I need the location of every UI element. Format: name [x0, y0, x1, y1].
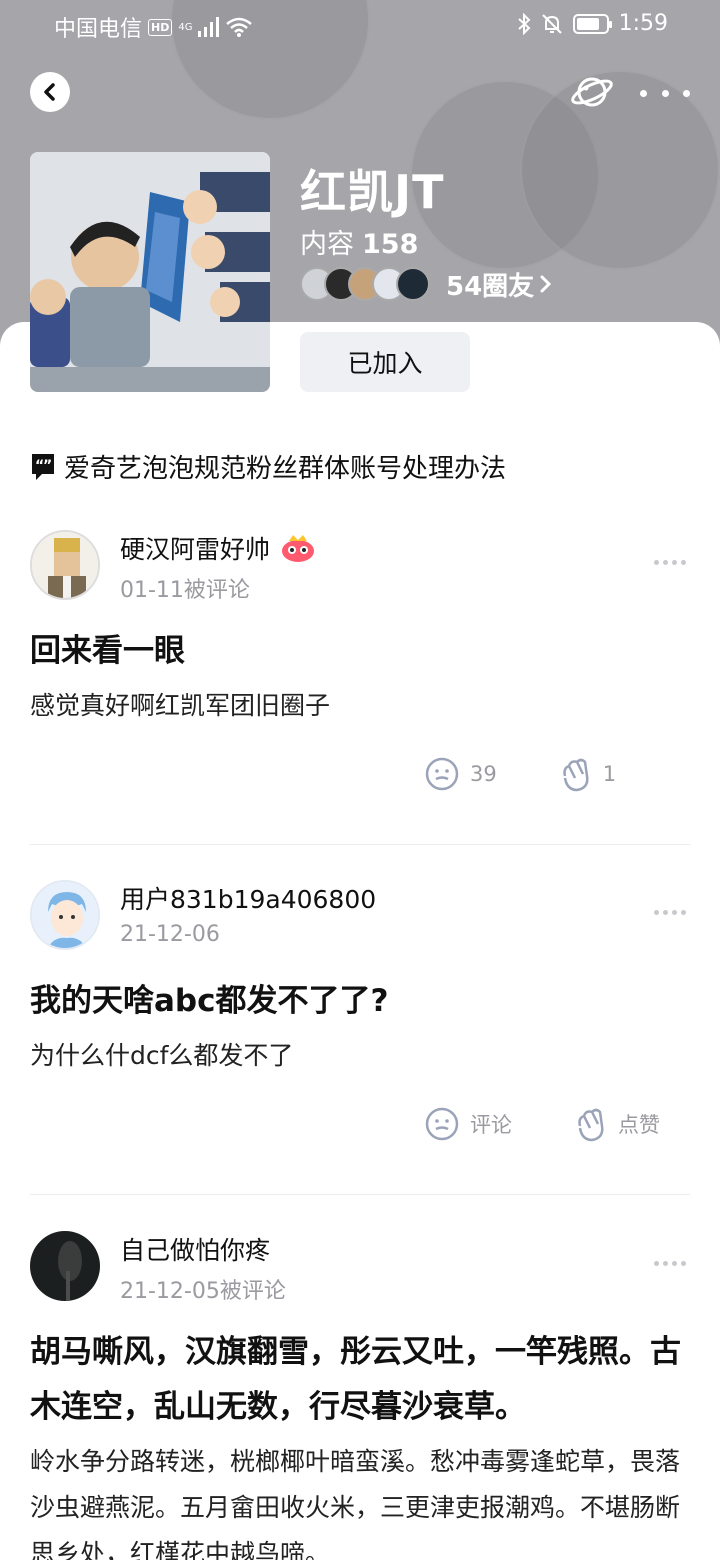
signal-icon [198, 17, 220, 37]
hd-badge: HD [148, 18, 173, 36]
status-bar: 中国电信 HD 4G 1:59 [0, 0, 720, 50]
post-meta: 21-12-05被评论 [120, 1279, 286, 1304]
post-title: 回来看一眼 [30, 633, 185, 669]
post-body: 岭水争分路转迷，桄榔椰叶暗蛮溪。愁冲毒雾逢蛇草，畏落沙虫避燕泥。五月畲田收火米，… [30, 1447, 681, 1560]
svg-text:”: ” [43, 458, 52, 474]
post-body: 感觉真好啊红凯军团旧圈子 [30, 691, 331, 720]
group-cover-image [30, 152, 270, 392]
post-divider [30, 1194, 690, 1195]
content-count-row: 内容 158 [300, 222, 418, 261]
back-button[interactable] [30, 72, 70, 112]
quote-bubble-icon: “ ” [32, 453, 54, 480]
post-title: 我的天啥abc都发不了了? [30, 983, 389, 1019]
mute-bell-icon [541, 13, 562, 34]
post-card[interactable]: 用户831b19a406800 21-12-06 我的天啥abc都发不了了? 为… [30, 880, 690, 1170]
avatar[interactable] [30, 880, 100, 950]
comment-label: 评论 [470, 1113, 512, 1137]
avatar[interactable] [30, 530, 100, 600]
more-options-button[interactable] [640, 78, 690, 108]
like-button[interactable]: 1 [559, 756, 616, 792]
post-title: 胡马嘶风，汉旗翻雪，彤云又吐，一竿残照。古木连空，乱山无数，行尽暮沙衰草。 [30, 1334, 681, 1425]
chevron-left-icon [44, 83, 55, 101]
content-label: 内容 [300, 229, 354, 260]
post-divider [30, 844, 690, 845]
joined-button[interactable]: 已加入 [300, 332, 470, 392]
finger-heart-icon [578, 1108, 604, 1142]
post-body: 为什么什dcf么都发不了 [30, 1041, 294, 1070]
dot [683, 89, 690, 97]
member-count-label: 54圈友 [446, 271, 535, 302]
member-avatars [300, 267, 430, 301]
comment-icon [425, 757, 459, 791]
planet-icon [571, 77, 613, 107]
comment-button[interactable]: 39 [424, 756, 497, 792]
post-card[interactable]: 自己做怕你疼 21-12-05被评论 胡马嘶风，汉旗翻雪，彤云又吐，一竿残照。古… [30, 1231, 690, 1560]
avatar [396, 267, 430, 301]
post-more-button[interactable] [654, 560, 686, 565]
wifi-icon [226, 17, 253, 37]
post-meta: 21-12-06 [120, 922, 220, 947]
group-members-link[interactable]: 54圈友 [300, 266, 552, 302]
comment-button[interactable]: 评论 [424, 1106, 512, 1142]
dot [640, 89, 647, 97]
like-label: 点赞 [618, 1113, 660, 1137]
post-more-button[interactable] [654, 1261, 686, 1266]
content-count: 158 [362, 229, 419, 260]
comment-icon [425, 1107, 459, 1141]
avatar[interactable] [30, 1231, 100, 1301]
post-more-button[interactable] [654, 910, 686, 915]
bluetooth-icon [517, 12, 531, 35]
network-type: 4G [178, 21, 193, 33]
finger-heart-icon [562, 758, 589, 792]
author-name[interactable]: 自己做怕你疼 [120, 1231, 270, 1267]
like-count: 1 [602, 762, 617, 786]
group-title: 红凯JT [300, 165, 445, 219]
planet-button[interactable] [570, 72, 614, 112]
like-button[interactable]: 点赞 [574, 1106, 660, 1142]
clock-time: 1:59 [618, 11, 668, 36]
comment-count: 39 [470, 762, 497, 786]
carrier-name: 中国电信 [54, 17, 143, 42]
announcement-text: 爱奇艺泡泡规范粉丝群体账号处理办法 [64, 454, 507, 484]
post-card[interactable]: 硬汉阿雷好帅 01-11被评论 回来看一眼 感觉真好啊红凯军团旧圈子 39 1 [30, 530, 690, 820]
decor-circle [520, 70, 720, 270]
author-name[interactable]: 用户831b19a406800 [120, 880, 376, 916]
post-meta: 01-11被评论 [120, 578, 250, 603]
announcement-link[interactable]: “ ” 爱奇艺泡泡规范粉丝群体账号处理办法 [30, 448, 506, 485]
chevron-right-icon [540, 275, 552, 293]
battery-icon [572, 13, 612, 34]
crown-badge-icon [282, 535, 315, 562]
dot [661, 89, 669, 97]
author-name[interactable]: 硬汉阿雷好帅 [120, 530, 270, 566]
